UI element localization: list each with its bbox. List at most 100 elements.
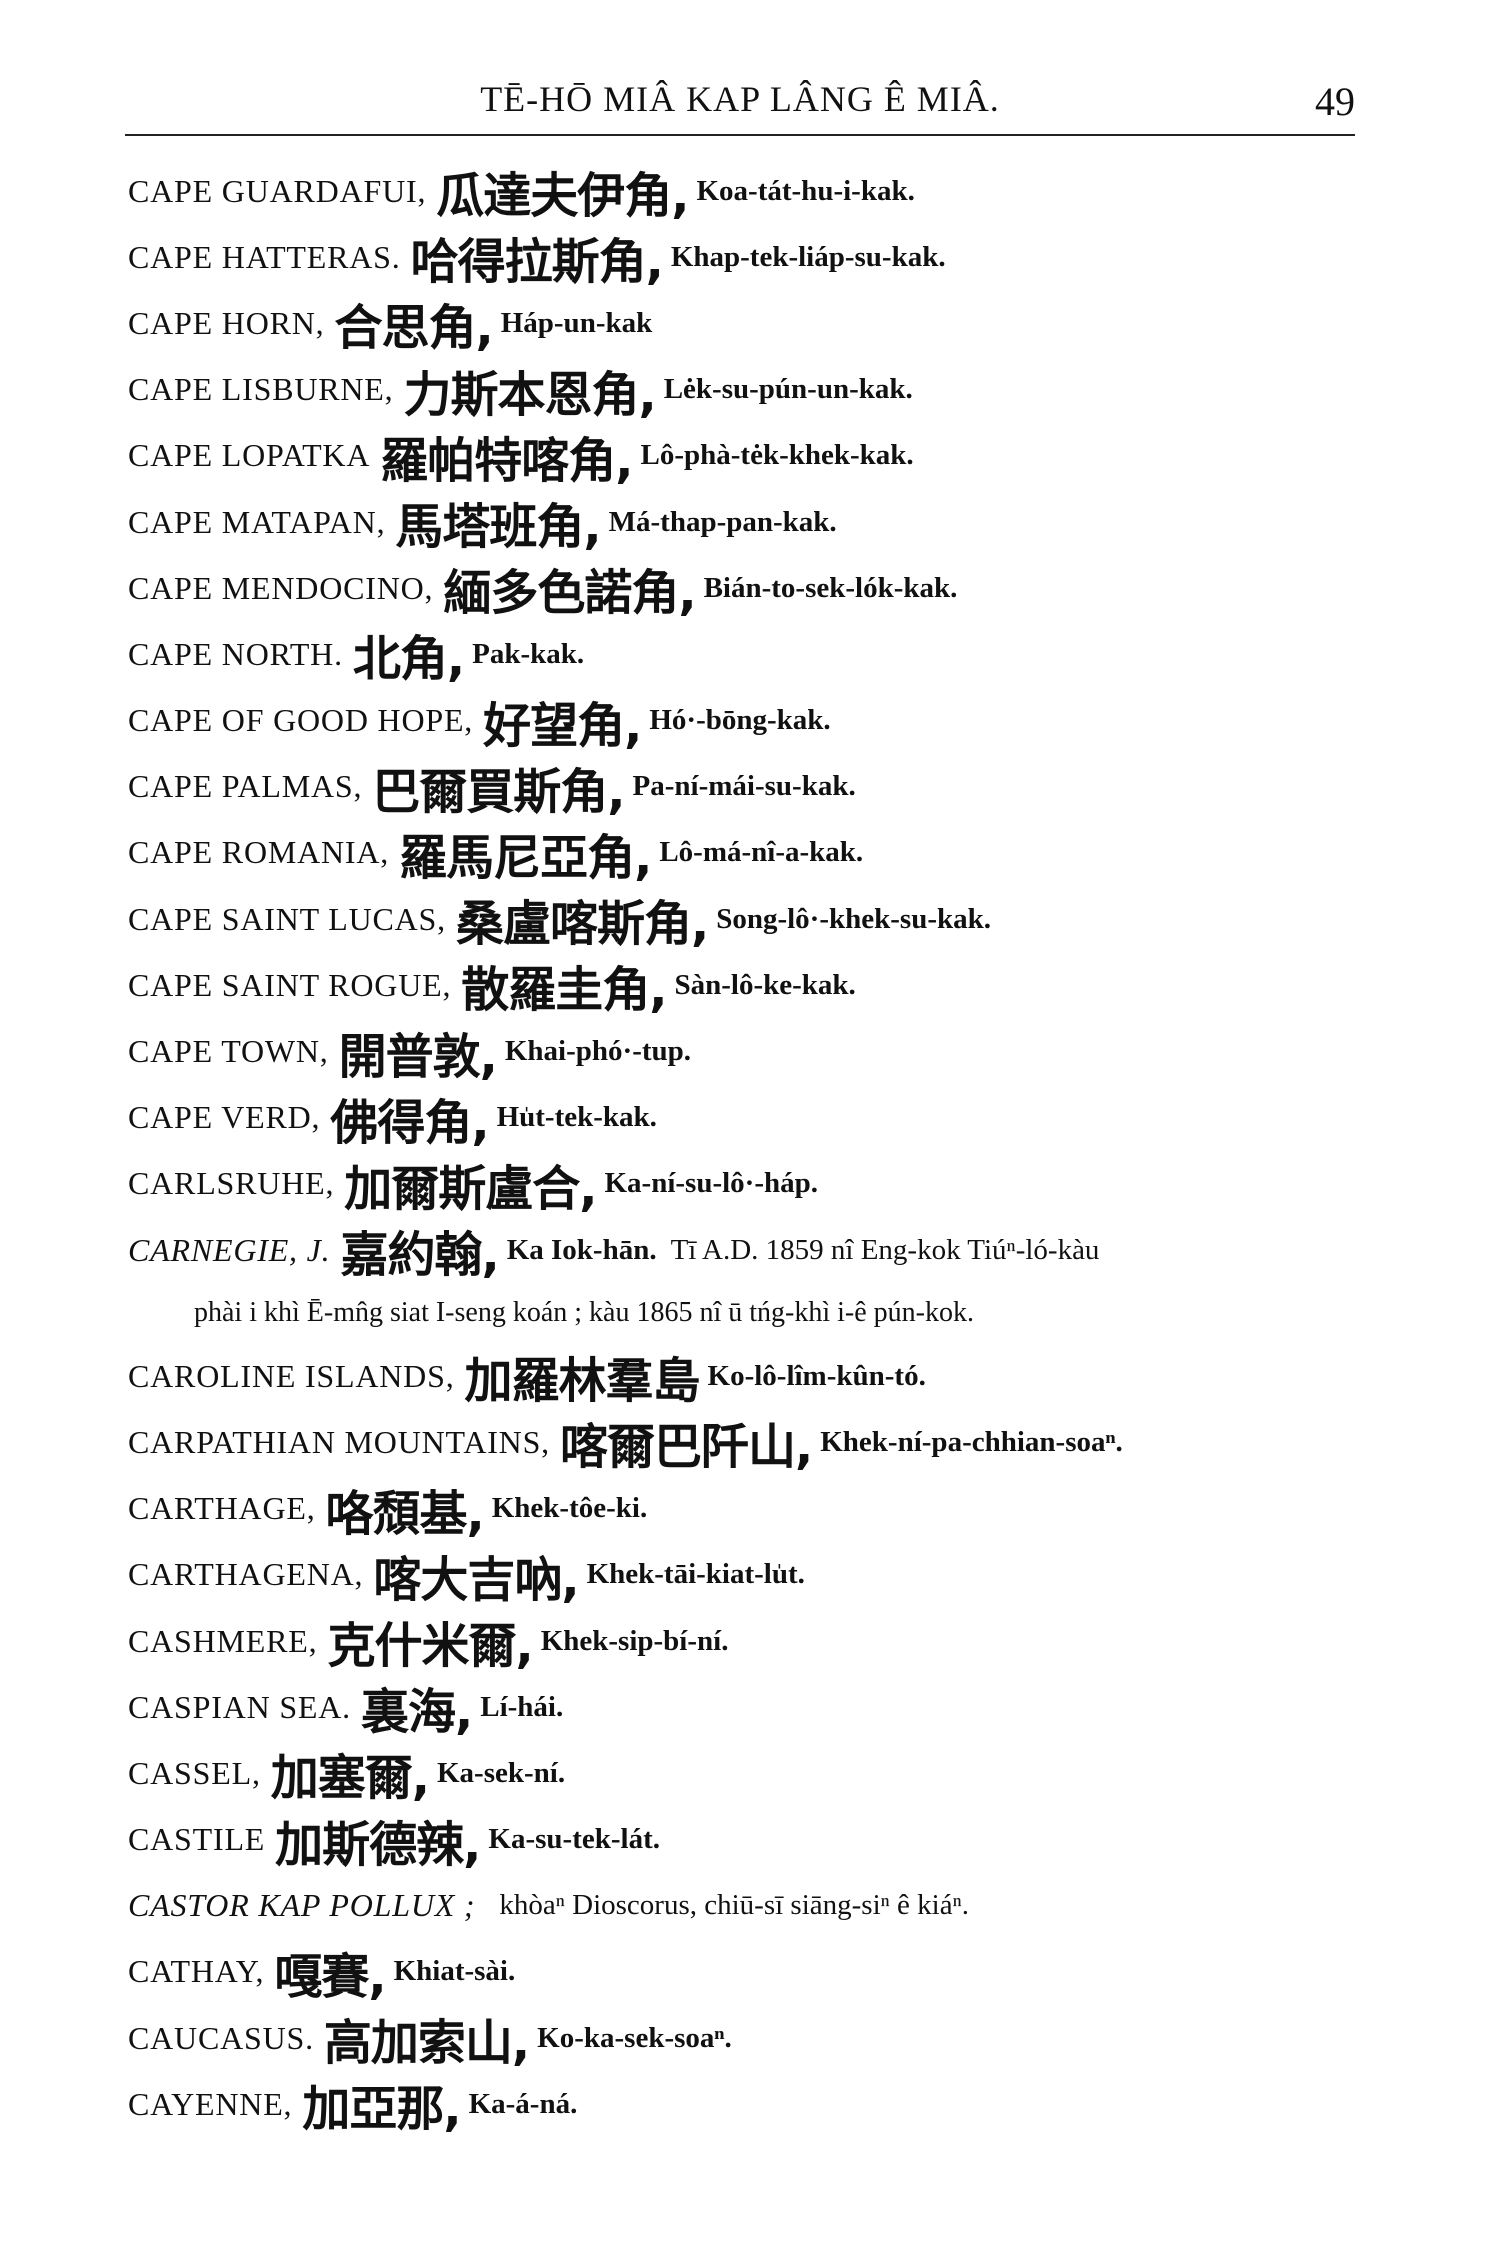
entry-headword: CATHAY,	[128, 1953, 265, 1990]
entry-row: CAUCASUS. 高加索山, Ko-ka-sek-soaⁿ.	[128, 2005, 1378, 2071]
entry-row: CAPE HORN, 合思角, Háp-un-kak	[128, 290, 1378, 356]
entry-chinese: 咯頹基,	[325, 1485, 485, 1542]
entry-row: CAPE GUARDAFUI, 瓜達夫伊角, Koa-tát-hu-i-kak.	[128, 158, 1378, 224]
entry-row: CAPE NORTH. 北角, Pak-kak.	[128, 621, 1378, 687]
running-title: TĒ-HŌ MIÂ KAP LÂNG Ê MIÂ.	[480, 79, 1000, 119]
entry-romanization: Lô-phà-tėk-khek-kak.	[640, 439, 914, 472]
entry-headword: CAPE MENDOCINO,	[128, 569, 434, 606]
page-header: TĒ-HŌ MIÂ KAP LÂNG Ê MIÂ. 49	[125, 78, 1355, 136]
entry-romanization: Khek-ní-pa-chhian-soaⁿ.	[820, 1425, 1123, 1458]
entry-headword: CAPE PALMAS,	[128, 768, 363, 805]
entry-romanization: Pak-kak.	[472, 637, 585, 670]
entry-chinese: 加爾斯盧合,	[344, 1160, 597, 1217]
entry-note: phài i khì Ē-mn̂g siat I-seng koán ; kàu…	[194, 1297, 974, 1329]
entry-chinese: 北角,	[352, 631, 465, 688]
entry-romanization: Song-lô·-khek-su-kak.	[716, 902, 991, 935]
entry-headword: CAPE TOWN,	[128, 1033, 329, 1070]
entry-romanization: Ka Iok-hān.	[506, 1233, 657, 1266]
entry-headword: CAYENNE,	[128, 2085, 293, 2122]
page-number: 49	[1315, 79, 1355, 124]
entry-row: CARTHAGENA, 喀大吉吶, Khek-tāi-kiat-lu̍t.	[128, 1542, 1378, 1608]
entry-headword: CAPE LISBURNE,	[128, 371, 394, 408]
entry-chinese: 嘎賽,	[274, 1948, 386, 2005]
entry-headword: CAPE ROMANIA,	[128, 834, 390, 871]
entry-chinese: 喀大吉吶,	[373, 1551, 579, 1608]
entry-romanization: Hó·-bōng-kak.	[649, 704, 831, 737]
entry-romanization: Háp-un-kak	[500, 306, 653, 339]
entry-headword: CAPE SAINT ROGUE,	[128, 966, 452, 1003]
entry-romanization: Khap-tek-liáp-su-kak.	[670, 240, 946, 273]
entry-chinese: 喀爾巴阡山,	[560, 1419, 813, 1476]
entry-chinese: 散羅圭角,	[461, 962, 667, 1019]
entry-row: CAPE LOPATKA 羅帕特喀角, Lô-phà-tėk-khek-kak.	[128, 423, 1378, 489]
entry-headword: CASHMERE,	[128, 1622, 318, 1659]
entry-romanization: Khek-tôe-ki.	[491, 1492, 648, 1525]
entry-chinese: 克什米爾,	[327, 1618, 533, 1675]
entry-romanization: Sàn-lô-ke-kak.	[674, 968, 856, 1001]
entry-headword: CASPIAN SEA.	[128, 1688, 351, 1725]
entry-romanization: Khek-sip-bí-ní.	[540, 1624, 729, 1657]
entry-headword: CAPE GUARDAFUI,	[128, 172, 427, 209]
entry-headword: CARTHAGE,	[128, 1490, 316, 1527]
entry-row: CATHAY, 嘎賽, Khiat-sài.	[128, 1939, 1378, 2005]
entry-romanization: Ka-su-tek-lát.	[488, 1823, 660, 1856]
entry-headword: CASTILE	[128, 1821, 266, 1858]
entry-headword: CAUCASUS.	[128, 2019, 314, 2056]
entry-romanization: Ko-lô-lîm-kûn-tó.	[707, 1359, 926, 1392]
entry-note: khòaⁿ Dioscorus, chiū-sī siāng-siⁿ ê kiá…	[499, 1889, 969, 1922]
entry-row: CASSEL, 加塞爾, Ka-sek-ní.	[128, 1740, 1378, 1806]
entry-row: CAPE MATAPAN, 馬塔班角, Má-thap-pan-kak.	[128, 489, 1378, 555]
entry-row: CASTOR KAP POLLUX ; khòaⁿ Dioscorus, chiū…	[128, 1873, 1378, 1939]
entry-chinese: 裏海,	[360, 1684, 473, 1741]
entry-headword: CAPE HATTERAS.	[128, 238, 401, 275]
entry-headword: CASSEL,	[128, 1754, 261, 1791]
dictionary-page: TĒ-HŌ MIÂ KAP LÂNG Ê MIÂ. 49 CAPE GUARDA…	[0, 0, 1504, 2244]
entry-chinese: 佛得角,	[330, 1094, 489, 1151]
entry-chinese: 加羅林羣島	[464, 1353, 701, 1410]
entry-row: CAPE OF GOOD HOPE, 好望角, Hó·-bōng-kak.	[128, 688, 1378, 754]
entry-romanization: Pa-ní-mái-su-kak.	[632, 770, 856, 803]
entry-headword: CAPE MATAPAN,	[128, 503, 386, 540]
entry-row: CAPE HATTERAS. 哈得拉斯角, Khap-tek-liáp-su-kak…	[128, 224, 1378, 290]
entry-row: CAPE SAINT ROGUE, 散羅圭角, Sàn-lô-ke-kak.	[128, 952, 1378, 1018]
entry-headword: CAROLINE ISLANDS,	[128, 1357, 455, 1394]
entry-row: CASPIAN SEA. 裏海, Lí-hái.	[128, 1674, 1378, 1740]
entry-chinese: 合思角,	[334, 300, 493, 357]
entry-row: CAPE ROMANIA, 羅馬尼亞角, Lô-má-nî-a-kak.	[128, 820, 1378, 886]
entry-chinese: 羅馬尼亞角,	[399, 829, 652, 886]
entry-chinese: 好望角,	[483, 697, 642, 754]
entry-romanization: Koa-tát-hu-i-kak.	[696, 174, 915, 207]
entry-row: CAPE VERD, 佛得角, Hu̍t-tek-kak.	[128, 1085, 1378, 1151]
entry-romanization: Ko-ka-sek-soaⁿ.	[537, 2021, 732, 2054]
entry-chinese: 嘉約翰,	[340, 1227, 499, 1284]
entry-chinese: 巴爾買斯角,	[372, 763, 625, 820]
entry-list: CAPE GUARDAFUI, 瓜達夫伊角, Koa-tát-hu-i-kak. CA…	[128, 158, 1378, 2137]
entry-headword: CARPATHIAN MOUNTAINS,	[128, 1423, 550, 1460]
entry-romanization: Lėk-su-pún-un-kak.	[663, 373, 913, 406]
entry-row: CASHMERE, 克什米爾, Khek-sip-bí-ní.	[128, 1608, 1378, 1674]
entry-chinese: 哈得拉斯角,	[410, 234, 664, 291]
entry-continuation: phài i khì Ē-mn̂g siat I-seng koán ; kàu…	[128, 1283, 1378, 1343]
entry-headword: CAPE SAINT LUCAS,	[128, 900, 446, 937]
entry-row: CARLSRUHE, 加爾斯盧合, Ka-ní-su-lô·-háp.	[128, 1151, 1378, 1217]
entry-row: CAPE MENDOCINO, 緬多色諾角, Bián-to-sek-lók-kak…	[128, 555, 1378, 621]
entry-headword: CAPE OF GOOD HOPE,	[128, 702, 474, 739]
entry-chinese: 加亞那,	[302, 2081, 461, 2138]
entry-romanization: Lô-má-nî-a-kak.	[659, 836, 864, 869]
entry-chinese: 瓜達夫伊角,	[436, 168, 689, 225]
entry-romanization: Ka-á-ná.	[468, 2087, 578, 2120]
entry-chinese: 加斯德辣,	[275, 1816, 481, 1873]
entry-headword: CARLSRUHE,	[128, 1165, 335, 1202]
entry-romanization: Lí-hái.	[480, 1690, 564, 1723]
entry-row: CAPE LISBURNE, 力斯本恩角, Lėk-su-pún-un-kak.	[128, 357, 1378, 423]
entry-romanization: Khiat-sài.	[393, 1955, 516, 1988]
entry-row: CAPE SAINT LUCAS, 桑盧喀斯角, Song-lô·-khek-su-…	[128, 886, 1378, 952]
entry-row: CAPE TOWN, 開普敦, Khai-phó·-tup.	[128, 1018, 1378, 1085]
entry-romanization: Khai-phó·-tup.	[504, 1035, 692, 1068]
entry-row: CAPE PALMAS, 巴爾買斯角, Pa-ní-mái-su-kak.	[128, 754, 1378, 820]
entry-chinese: 羅帕特喀角,	[380, 432, 633, 489]
entry-headword: CAPE VERD,	[128, 1099, 321, 1136]
entry-row: CARTHAGE, 咯頹基, Khek-tôe-ki.	[128, 1476, 1378, 1542]
entry-headword: CARTHAGENA,	[128, 1556, 364, 1593]
entry-row: CASTILE 加斯德辣, Ka-su-tek-lát.	[128, 1807, 1378, 1873]
